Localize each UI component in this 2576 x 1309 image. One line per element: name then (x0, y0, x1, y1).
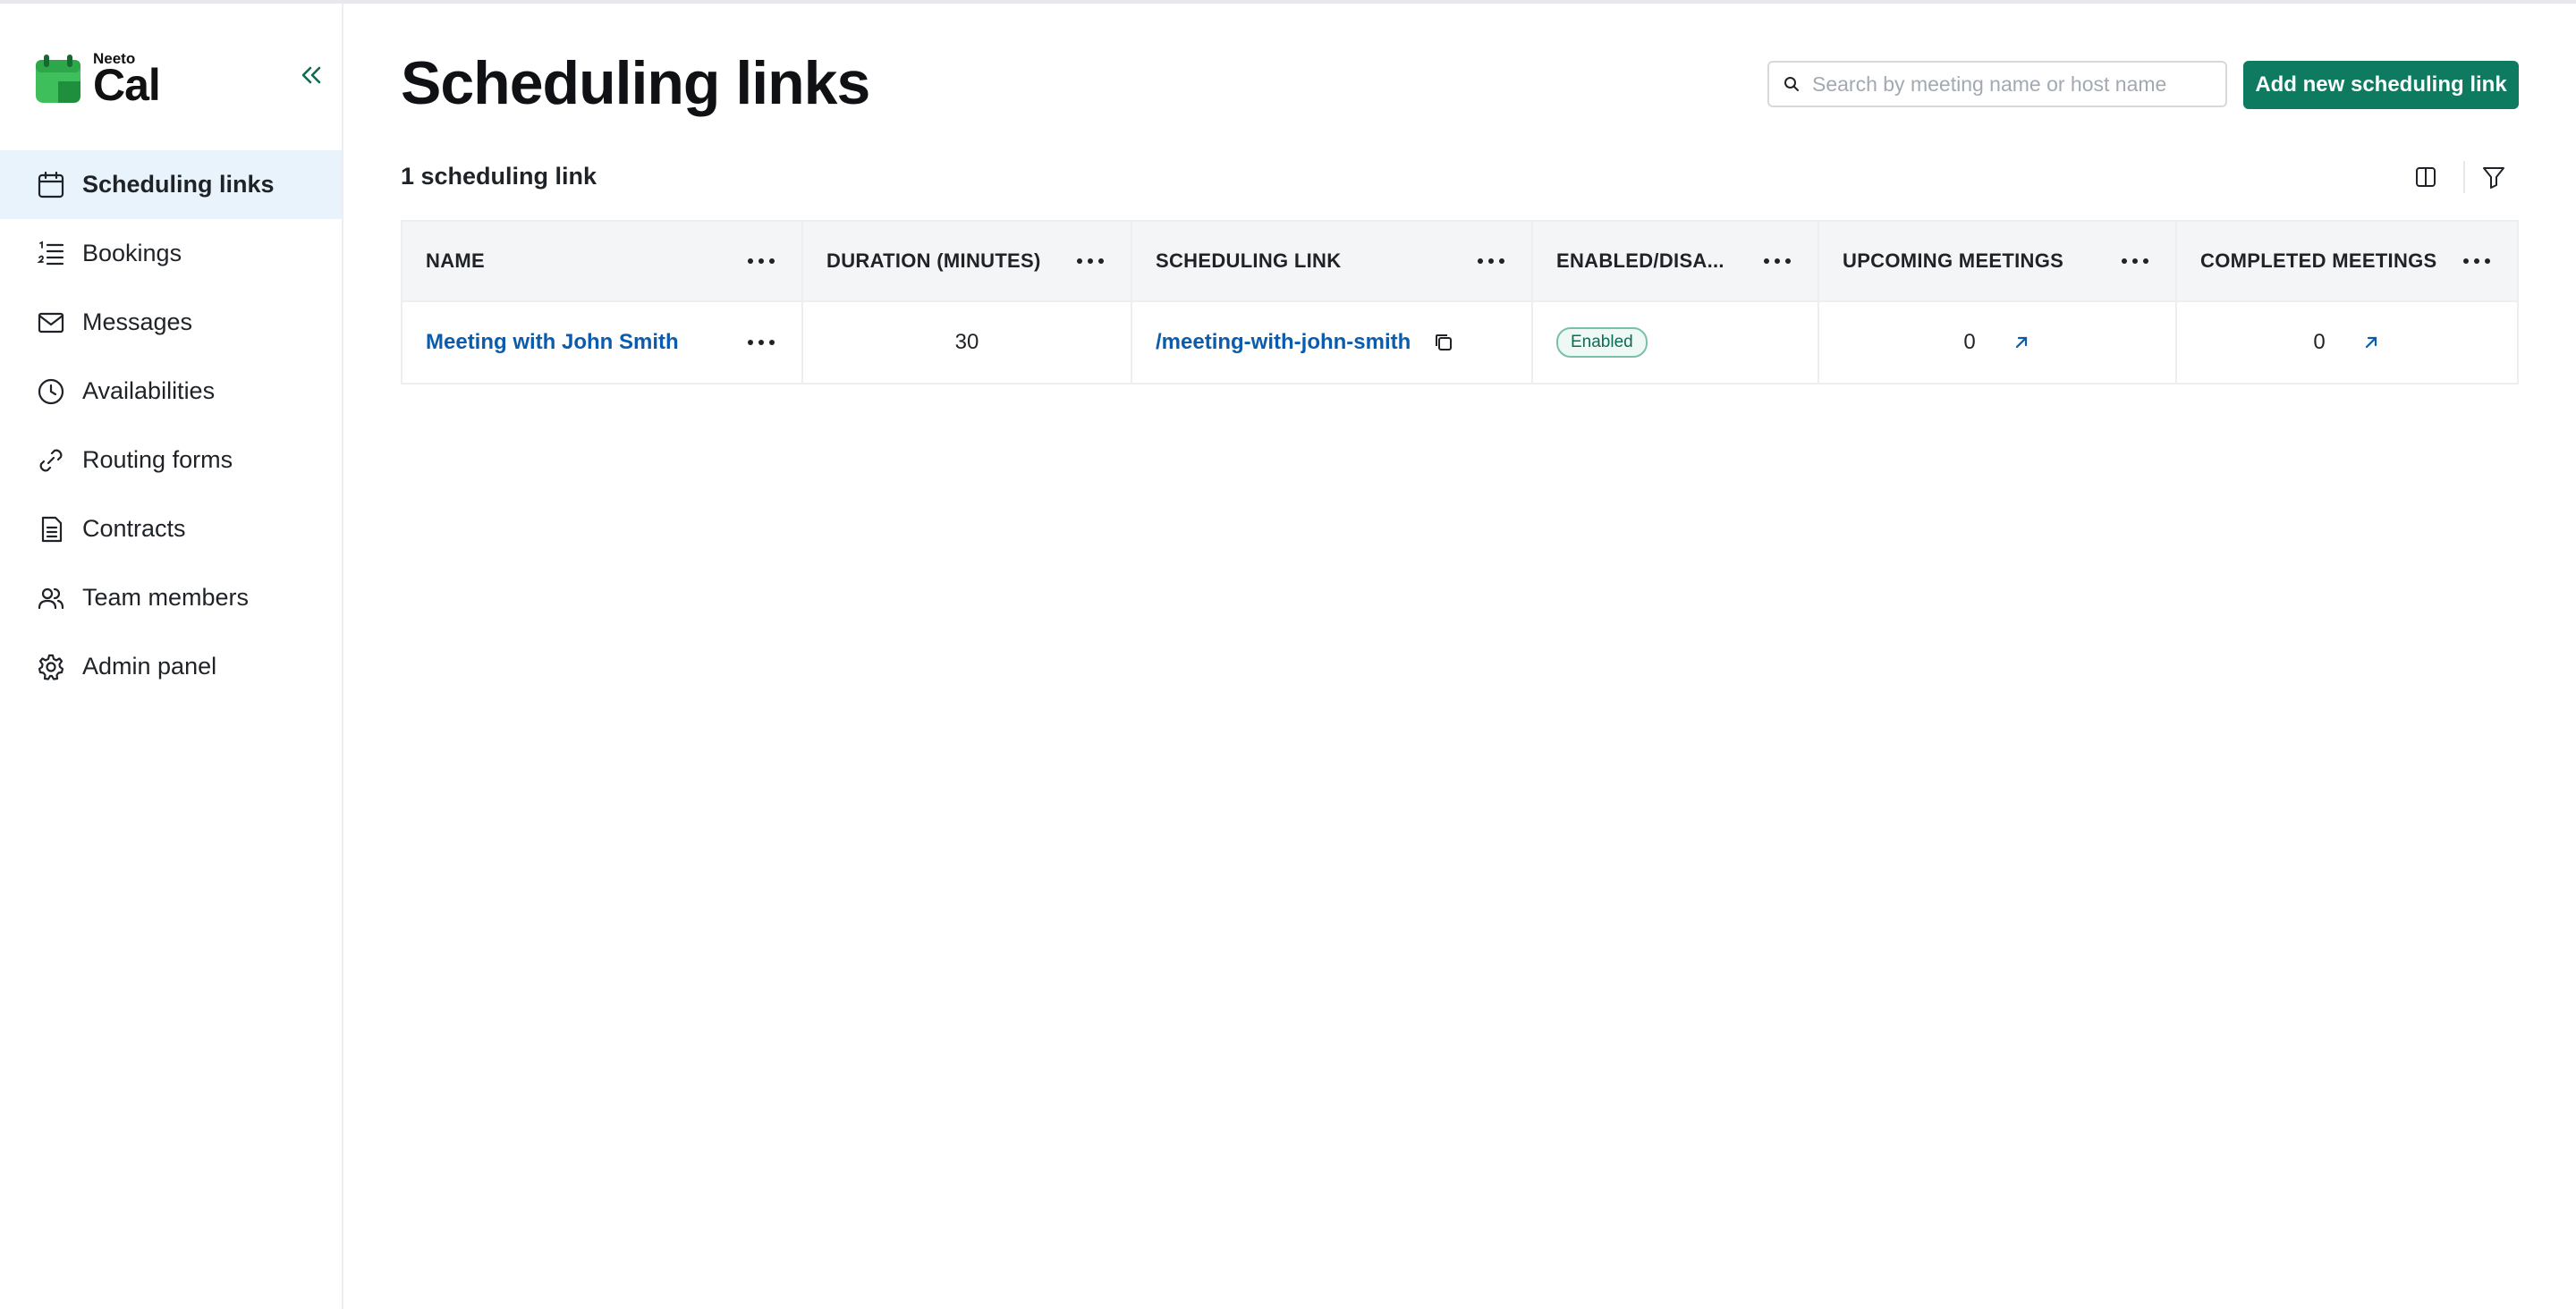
filter-icon (2483, 167, 2504, 189)
document-icon (36, 514, 66, 545)
sidebar-item-bookings[interactable]: Bookings (0, 219, 342, 288)
sidebar-nav: Scheduling links Bookings Messages Avail… (0, 150, 342, 701)
sidebar-item-team-members[interactable]: Team members (0, 563, 342, 632)
column-menu-button[interactable] (1077, 252, 1104, 270)
column-header-label: COMPLETED MEETINGS (2200, 249, 2437, 272)
sidebar-item-messages[interactable]: Messages (0, 288, 342, 357)
external-link-icon[interactable] (2012, 333, 2031, 352)
table-row[interactable]: Meeting with John Smith 30 /meeting-with… (402, 302, 2517, 383)
gear-icon (36, 652, 66, 682)
duration-value: 30 (954, 330, 979, 354)
sidebar-item-label: Team members (82, 584, 250, 611)
collapse-sidebar-button[interactable] (297, 61, 326, 89)
page-title: Scheduling links (401, 49, 870, 117)
sidebar-item-label: Messages (82, 308, 193, 335)
sidebar-item-routing-forms[interactable]: Routing forms (0, 426, 342, 494)
columns-icon (2416, 167, 2436, 187)
app-window: Neeto Cal Scheduling links Bookings Mess… (0, 0, 2576, 1309)
logo-wordmark: Neeto Cal (93, 50, 174, 110)
column-header-enabled[interactable]: ENABLED/DISA... (1533, 222, 1819, 300)
sidebar-item-contracts[interactable]: Contracts (0, 494, 342, 563)
clock-icon (36, 376, 66, 407)
column-menu-button[interactable] (2463, 252, 2490, 270)
neetocal-logo[interactable]: Neeto Cal (36, 50, 174, 110)
column-header-label: ENABLED/DISA... (1556, 249, 1724, 272)
cell-scheduling-link: /meeting-with-john-smith (1132, 302, 1533, 383)
link-icon (36, 445, 66, 476)
toolbar-divider (2463, 161, 2465, 193)
sidebar-item-label: Contracts (82, 515, 186, 542)
column-header-scheduling-link[interactable]: SCHEDULING LINK (1132, 222, 1533, 300)
search-box[interactable] (1767, 61, 2227, 107)
row-actions-button[interactable] (748, 334, 775, 351)
sidebar-item-admin-panel[interactable]: Admin panel (0, 632, 342, 701)
users-icon (36, 583, 66, 613)
column-header-label: UPCOMING MEETINGS (1843, 249, 2064, 272)
chevrons-left-icon (301, 66, 321, 84)
column-header-duration[interactable]: DURATION (MINUTES) (803, 222, 1132, 300)
cell-completed-meetings: 0 (2177, 302, 2517, 383)
search-input[interactable] (1812, 72, 2215, 97)
add-new-scheduling-link-button[interactable]: Add new scheduling link (2243, 61, 2519, 109)
cell-name: Meeting with John Smith (402, 302, 803, 383)
copy-icon[interactable] (1432, 331, 1455, 354)
column-header-completed-meetings[interactable]: COMPLETED MEETINGS (2177, 222, 2517, 300)
column-menu-button[interactable] (2122, 252, 2148, 270)
search-icon (1784, 77, 1799, 91)
sidebar-item-label: Admin panel (82, 653, 217, 680)
logo-big-text: Cal (93, 60, 161, 110)
main-content: Scheduling links Add new scheduling link… (343, 4, 2576, 1309)
table-header-row: NAME DURATION (MINUTES) SCHEDULING LINK … (402, 222, 2517, 302)
filter-button[interactable] (2476, 159, 2512, 195)
column-menu-button[interactable] (748, 252, 775, 270)
sidebar-item-label: Scheduling links (82, 171, 275, 198)
sidebar-item-availabilities[interactable]: Availabilities (0, 357, 342, 426)
sidebar: Neeto Cal Scheduling links Bookings Mess… (0, 4, 343, 1309)
sidebar-item-label: Availabilities (82, 377, 216, 404)
cell-upcoming-meetings: 0 (1819, 302, 2177, 383)
completed-meetings-count: 0 (2313, 330, 2326, 354)
meeting-name-link[interactable]: Meeting with John Smith (426, 330, 679, 355)
sidebar-item-label: Bookings (82, 240, 182, 266)
scheduling-links-table: NAME DURATION (MINUTES) SCHEDULING LINK … (401, 220, 2519, 384)
scheduling-link-count: 1 scheduling link (401, 163, 597, 190)
column-menu-button[interactable] (1478, 252, 1504, 270)
sidebar-item-scheduling-links[interactable]: Scheduling links (0, 150, 342, 219)
column-header-label: NAME (426, 249, 485, 272)
column-header-label: SCHEDULING LINK (1156, 249, 1342, 272)
column-menu-button[interactable] (1764, 252, 1791, 270)
status-badge: Enabled (1556, 327, 1648, 358)
list-numbered-icon (36, 239, 66, 269)
cell-status: Enabled (1533, 302, 1819, 383)
column-header-label: DURATION (MINUTES) (826, 249, 1041, 272)
logo-calendar-icon (36, 55, 80, 103)
cell-duration: 30 (803, 302, 1132, 383)
mail-icon (36, 308, 66, 338)
column-header-upcoming-meetings[interactable]: UPCOMING MEETINGS (1819, 222, 2177, 300)
columns-toggle-button[interactable] (2408, 159, 2444, 195)
scheduling-link-url[interactable]: /meeting-with-john-smith (1156, 330, 1411, 355)
sidebar-item-label: Routing forms (82, 446, 233, 473)
external-link-icon[interactable] (2361, 333, 2381, 352)
calendar-icon (36, 170, 66, 200)
column-header-name[interactable]: NAME (402, 222, 803, 300)
upcoming-meetings-count: 0 (1963, 330, 1976, 354)
